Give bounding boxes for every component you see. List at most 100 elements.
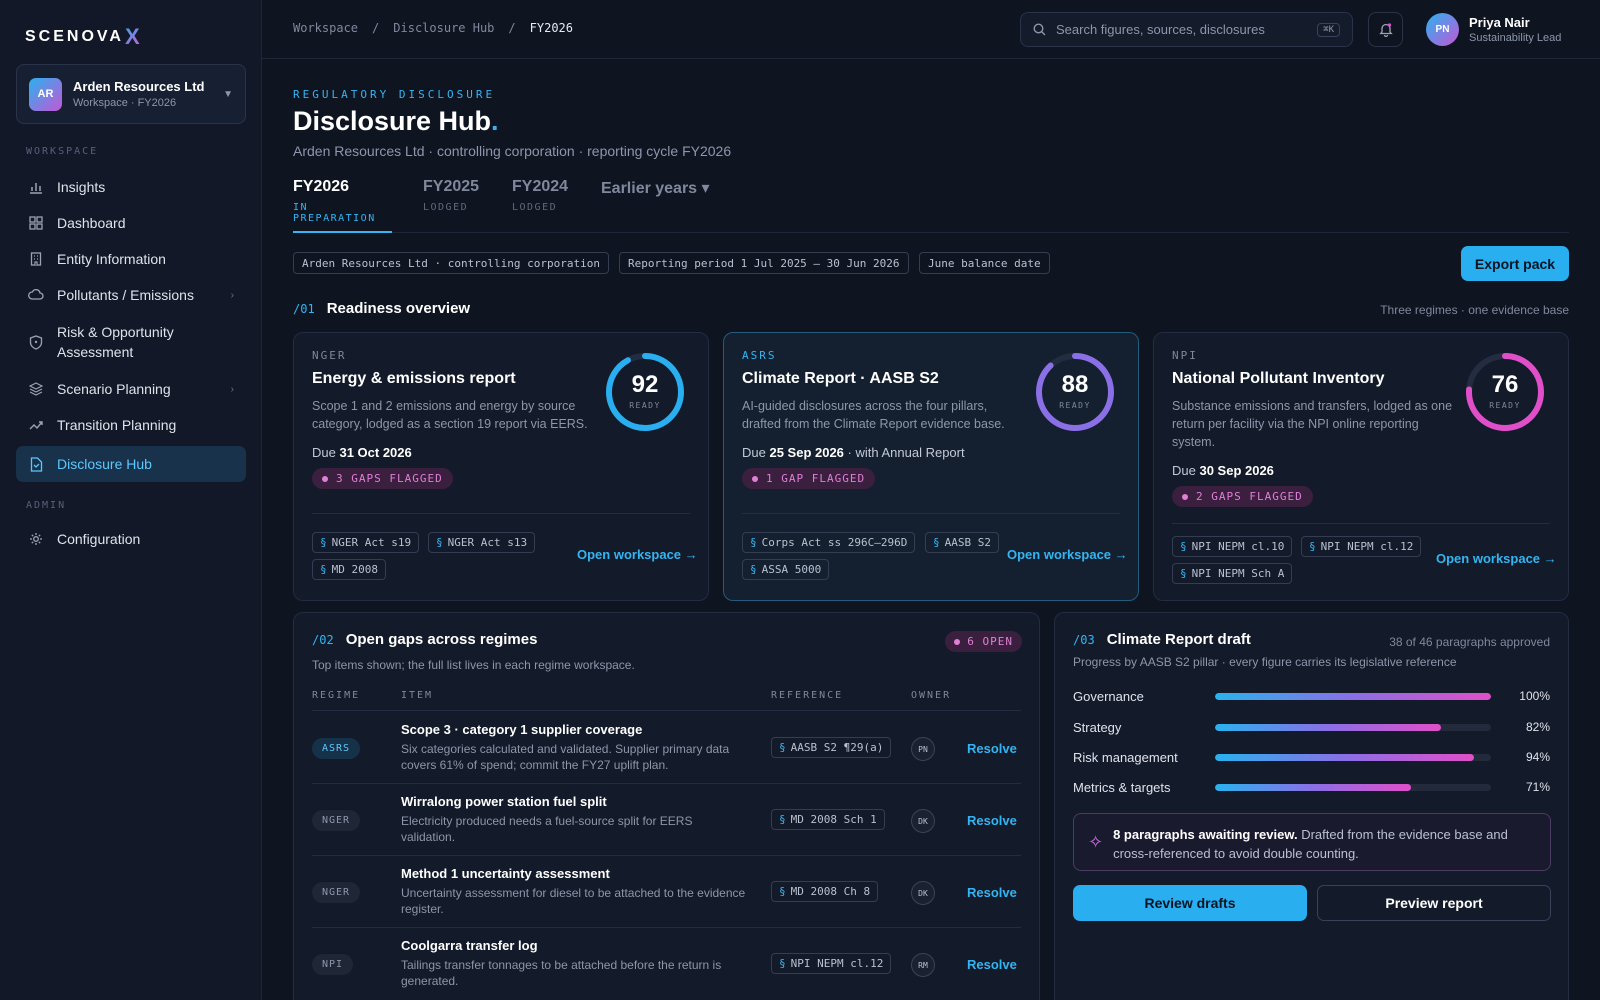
sidebar-item-entity-information[interactable]: Entity Information [16,244,246,274]
reference-label: NGER Act s19 [331,536,412,549]
gaps-subtitle: Top items shown; the full list lives in … [312,658,635,672]
tab-earlier-years[interactable]: Earlier years ▾ [601,178,721,233]
sidebar-item-disclosure-hub[interactable]: Disclosure Hub [16,446,246,482]
open-workspace-link[interactable]: Open workspace → [1007,547,1128,562]
sidebar-item-risk-opportunity[interactable]: Risk & Opportunity Assessment [16,316,246,368]
sidebar-item-dashboard[interactable]: Dashboard [16,208,246,238]
chevron-right-icon: › [230,383,234,395]
notifications-button[interactable] [1368,12,1403,47]
reference-tag[interactable]: § NPI NEPM cl.12 [771,953,892,974]
column-header-item: ITEM [401,690,434,701]
progress-fill [1215,753,1475,761]
reference-tag[interactable]: § NPI NEPM Sch A [1172,563,1293,584]
card-description: AI-guided disclosures across the four pi… [742,399,1005,431]
breadcrumb-current: FY2026 [529,21,574,35]
regime-tag: NGER [312,810,361,831]
avatar: PN [1426,13,1459,46]
owner-avatar: DK [911,809,935,833]
readiness-score: 76 [1491,371,1519,398]
sidebar-item-label: Disclosure Hub [57,456,152,472]
page-subtitle: Arden Resources Ltd · controlling corpor… [293,143,732,159]
open-workspace-link[interactable]: Open workspace → [1436,551,1557,566]
breadcrumb-disclosure-hub[interactable]: Disclosure Hub [393,21,494,35]
reference-tag[interactable]: § AASB S2 [925,532,999,553]
sidebar-item-pollutants-emissions[interactable]: Pollutants / Emissions › [16,280,246,310]
org-switcher[interactable]: AR Arden Resources Ltd Workspace · FY202… [16,64,246,124]
progress-track [1215,723,1491,731]
card-divider [1172,523,1550,524]
user-menu[interactable]: PN Priya Nair Sustainability Lead [1426,13,1561,46]
reference-tag[interactable]: § NPI NEPM cl.12 [1301,536,1422,557]
table-row: NGER Method 1 uncertainty assessment Unc… [294,855,1039,927]
card-title: National Pollutant Inventory [1172,370,1385,387]
search-input[interactable]: Search figures, sources, disclosures ⌘K [1020,12,1353,47]
section-number: /02 [312,632,334,647]
column-header-reference: REFERENCE [771,690,844,701]
reference-tag[interactable]: § MD 2008 Sch 1 [771,809,885,830]
resolve-button[interactable]: Resolve [967,885,1017,900]
org-sub: Workspace · FY2026 [73,97,177,109]
tab-fy2026[interactable]: FY2026 IN PREPARATION [293,178,392,233]
resolve-button[interactable]: Resolve [967,741,1017,756]
reference-tag[interactable]: § MD 2008 [312,559,386,580]
reference-tag[interactable]: § MD 2008 Ch 8 [771,881,879,902]
search-icon [1033,23,1046,36]
resolve-button[interactable]: Resolve [967,957,1017,972]
review-drafts-button[interactable]: Review drafts [1073,885,1307,921]
sidebar-item-configuration[interactable]: Configuration [16,524,246,554]
pillar-progress-governance: Governance 100% [1073,686,1550,706]
sidebar-item-label: Entity Information [57,251,166,267]
card-due: Due 30 Sep 2026 [1172,463,1274,478]
climate-heading: /03 Climate Report draft [1073,631,1251,648]
gaps-heading: /02 Open gaps across regimes [312,631,537,648]
flag-dot [1182,493,1188,500]
gap-description: Uncertainty assessment for diesel to be … [401,886,746,916]
reference-tag[interactable]: § NPI NEPM cl.10 [1172,536,1293,557]
gap-title: Method 1 uncertainty assessment [401,866,610,881]
sidebar-item-scenario-planning[interactable]: Scenario Planning › [16,374,246,404]
resolve-button[interactable]: Resolve [967,813,1017,828]
sidebar: SCENOVA X AR Arden Resources Ltd Workspac… [0,0,262,1000]
reference-tag[interactable]: § NGER Act s13 [428,532,536,553]
open-workspace-link[interactable]: Open workspace → [577,547,698,562]
readiness-ring: 76 READY [1464,351,1546,433]
section-number: /03 [1073,632,1095,647]
brand-logo[interactable]: SCENOVA X [25,24,140,50]
section-title: Readiness overview [326,300,471,317]
tab-fy2025[interactable]: FY2025 LODGED [423,178,493,233]
export-pack-button[interactable]: Export pack [1461,246,1569,281]
reference-label: ASSA 5000 [761,563,822,576]
progress-track [1215,753,1491,761]
org-name: Arden Resources Ltd [73,79,205,94]
pillar-label: Governance [1073,688,1144,704]
sidebar-item-transition-planning[interactable]: Transition Planning [16,410,246,440]
workspace-section-label: WORKSPACE [26,146,99,157]
sidebar-item-insights[interactable]: Insights [16,172,246,202]
reference-tag[interactable]: § ASSA 5000 [742,559,830,580]
reference-tag[interactable]: § Corps Act ss 296C–296D [742,532,916,553]
breadcrumb-workspace[interactable]: Workspace [293,21,358,35]
trend-icon [28,417,44,433]
preview-report-button[interactable]: Preview report [1317,885,1551,921]
readiness-note: Three regimes · one evidence base [1380,303,1569,317]
owner-avatar: PN [911,737,935,761]
readiness-score-label: READY [1489,401,1521,410]
reference-tag[interactable]: § AASB S2 ¶29(a) [771,737,892,758]
brand-name: SCENOVA [25,28,124,45]
page-title: Disclosure Hub [293,106,492,136]
tab-status: LODGED [423,202,469,213]
reference-tag[interactable]: § NGER Act s19 [312,532,420,553]
regime-tag: NPI [312,954,354,975]
climate-subtitle: Progress by AASB S2 pillar · every figur… [1073,655,1457,669]
reference-label: Corps Act ss 296C–296D [761,536,908,549]
tab-fy2024[interactable]: FY2024 LODGED [512,178,582,233]
org-avatar: AR [29,77,62,111]
tab-status: IN PREPARATION [293,202,376,224]
gaps-flag-badge[interactable]: 3 GAPS FLAGGED [312,468,453,489]
gaps-flag-badge[interactable]: 2 GAPS FLAGGED [1172,486,1313,507]
pillar-label: Metrics & targets [1073,779,1171,795]
gaps-flag-badge[interactable]: 1 GAP FLAGGED [742,468,876,489]
title-accent-dot: . [491,106,499,136]
reference-label: NPI NEPM Sch A [1191,567,1285,580]
card-description: Substance emissions and transfers, lodge… [1172,399,1453,449]
